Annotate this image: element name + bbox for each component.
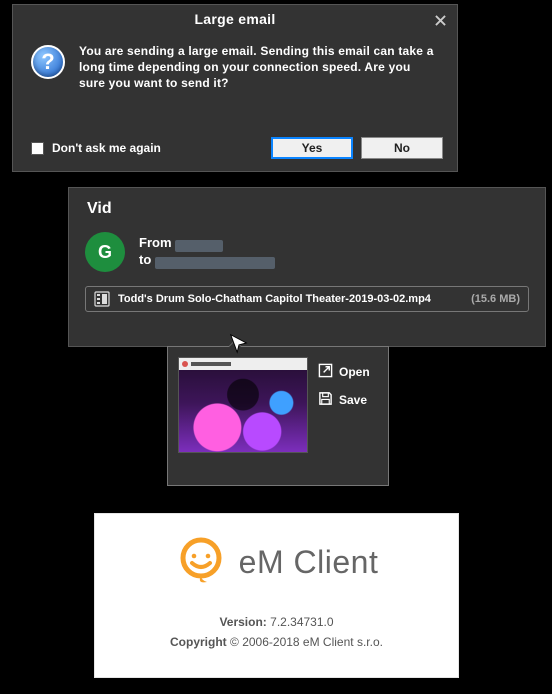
- open-icon: [318, 363, 333, 381]
- avatar: G: [85, 232, 125, 272]
- copyright-label: Copyright: [170, 635, 227, 649]
- attachment-filename: Todd's Drum Solo-Chatham Capitol Theater…: [118, 293, 431, 305]
- dialog-title: Large email: [13, 5, 457, 29]
- email-preview: Vid G From to Todd's Drum Solo-Chatham C…: [68, 187, 546, 347]
- from-label: From: [139, 235, 172, 250]
- version-value: 7.2.34731.0: [270, 615, 333, 629]
- yes-button[interactable]: Yes: [271, 137, 353, 159]
- brand-logo-icon: [175, 534, 227, 591]
- save-button[interactable]: Save: [318, 391, 370, 409]
- attachment-size: (15.6 MB): [471, 293, 520, 305]
- email-subject: Vid: [87, 200, 529, 218]
- save-label: Save: [339, 393, 367, 407]
- copyright-row: Copyright © 2006-2018 eM Client s.r.o.: [95, 635, 458, 649]
- to-label: to: [139, 252, 151, 267]
- from-value-redacted: [175, 240, 223, 252]
- version-label: Version:: [219, 615, 266, 629]
- question-icon: ?: [31, 45, 65, 79]
- open-button[interactable]: Open: [318, 363, 370, 381]
- dont-ask-label: Don't ask me again: [52, 141, 161, 155]
- brand-name: eM Client: [239, 544, 379, 581]
- save-icon: [318, 391, 333, 409]
- dialog-message: You are sending a large email. Sending t…: [79, 43, 439, 92]
- attachment-chip[interactable]: Todd's Drum Solo-Chatham Capitol Theater…: [85, 286, 529, 312]
- open-label: Open: [339, 365, 370, 379]
- about-dialog: eM Client Version: 7.2.34731.0 Copyright…: [94, 513, 459, 678]
- video-file-icon: [94, 291, 110, 307]
- to-value-redacted: [155, 257, 275, 269]
- dont-ask-checkbox[interactable]: Don't ask me again: [31, 141, 161, 155]
- version-row: Version: 7.2.34731.0: [95, 615, 458, 629]
- attachment-popover: Open Save: [167, 346, 389, 486]
- video-thumbnail[interactable]: [178, 357, 308, 453]
- close-icon[interactable]: [431, 11, 449, 29]
- to-row: to: [139, 252, 275, 267]
- large-email-dialog: Large email ? You are sending a large em…: [12, 4, 458, 172]
- from-row: From: [139, 235, 275, 250]
- copyright-value: © 2006-2018 eM Client s.r.o.: [230, 635, 383, 649]
- checkbox-icon[interactable]: [31, 142, 44, 155]
- cursor-icon: [228, 332, 250, 354]
- no-button[interactable]: No: [361, 137, 443, 159]
